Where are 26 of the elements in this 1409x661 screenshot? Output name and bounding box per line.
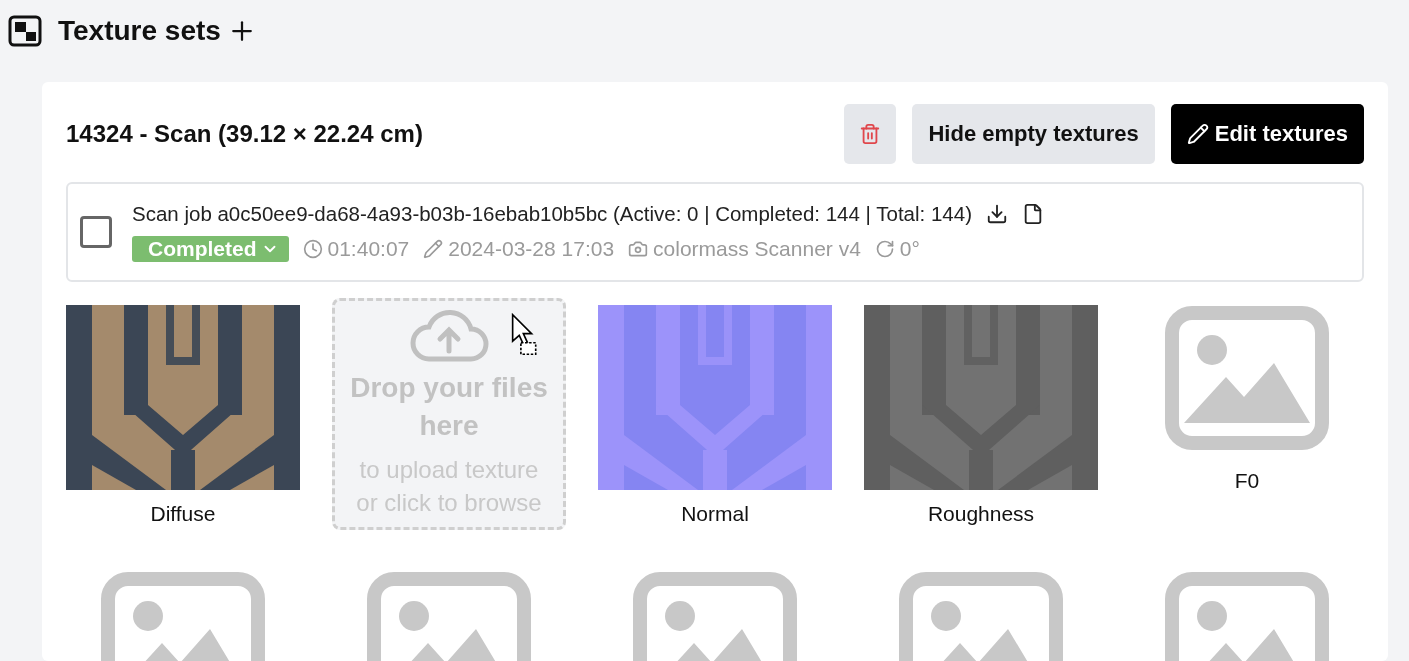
image-placeholder-icon <box>1164 305 1330 451</box>
hide-empty-button[interactable]: Hide empty textures <box>912 104 1155 164</box>
texture-sets-logo-icon <box>8 15 42 47</box>
download-icon[interactable] <box>986 203 1008 225</box>
texture-label: Diffuse <box>150 502 216 526</box>
pencil-icon <box>1186 123 1209 145</box>
texture-set-title: 14324 - Scan (39.12 × 22.24 cm) <box>66 120 423 148</box>
pencil-icon <box>423 239 444 259</box>
meta-text: 0° <box>899 237 920 261</box>
drag-cursor-icon <box>511 313 539 356</box>
meta-text: 2024-03-28 17:03 <box>448 237 615 261</box>
camera-icon <box>628 239 649 259</box>
texture-label: F0 <box>1234 469 1260 493</box>
clock-icon <box>302 239 323 259</box>
delete-button[interactable] <box>844 104 897 164</box>
rotate-icon <box>874 239 895 259</box>
edit-textures-button[interactable]: Edit textures <box>1170 104 1364 164</box>
checkbox[interactable] <box>80 216 112 248</box>
page-title: Texture sets <box>58 15 221 47</box>
texture-label: Normal <box>681 502 749 526</box>
scan-job-title: Scan job a0c50ee9-da68-4a93-b03b-16ebab10b5bc (Active: 0 | Completed: 144 | Total: 144) <box>132 202 972 226</box>
file-icon[interactable] <box>1022 203 1044 225</box>
meta-text: colormass Scanner v4 <box>653 237 861 261</box>
meta-text: 01:40:07 <box>327 237 410 261</box>
texture-label: Roughness <box>927 502 1035 526</box>
trash-icon <box>859 123 882 145</box>
